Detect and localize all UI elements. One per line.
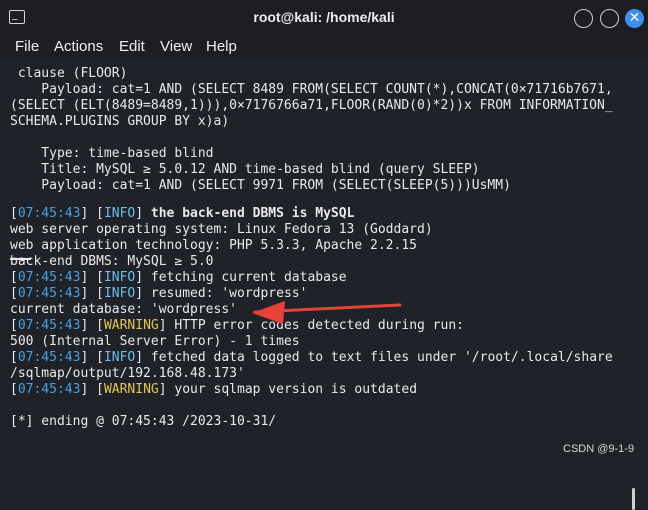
log-level: INFO bbox=[103, 350, 136, 365]
log-line: [07:45:43] [WARNING] your sqlmap version… bbox=[10, 382, 418, 397]
log-line: [*] ending @ 07:45:43 /2023-10-31/ bbox=[10, 414, 277, 429]
terminal-line: Payload: cat=1 AND (SELECT 8489 FROM(SEL… bbox=[10, 82, 613, 97]
log-line: back-end DBMS: MySQL ≥ 5.0 bbox=[10, 254, 214, 269]
menu-file[interactable]: File bbox=[15, 38, 39, 55]
window-title: root@kali: /home/kali bbox=[253, 9, 395, 25]
terminal-line: clause (FLOOR) bbox=[10, 66, 128, 81]
terminal-line: Type: time-based blind bbox=[10, 146, 214, 161]
menu-edit[interactable]: Edit bbox=[119, 38, 145, 55]
terminal-output[interactable]: clause (FLOOR) Payload: cat=1 AND (SELEC… bbox=[0, 58, 648, 510]
separator-line bbox=[10, 258, 31, 260]
log-level: INFO bbox=[103, 286, 136, 301]
menu-help[interactable]: Help bbox=[206, 38, 237, 55]
log-message: the back-end DBMS is MySQL bbox=[143, 206, 355, 221]
log-message: fetching current database bbox=[143, 270, 347, 285]
log-message: your sqlmap version is outdated bbox=[166, 382, 418, 397]
log-message: HTTP error codes detected during run: bbox=[166, 318, 464, 333]
log-line: current database: 'wordpress' bbox=[10, 302, 237, 317]
log-line: web application technology: PHP 5.3.3, A… bbox=[10, 238, 417, 253]
terminal-line: Title: MySQL ≥ 5.0.12 AND time-based bli… bbox=[10, 162, 480, 177]
log-timestamp: 07:45:43 bbox=[17, 270, 81, 285]
log-timestamp: 07:45:43 bbox=[17, 286, 81, 301]
terminal-line: Payload: cat=1 AND (SELECT 9971 FROM (SE… bbox=[10, 178, 511, 193]
close-button[interactable]: ✕ bbox=[625, 9, 644, 28]
log-line: [07:45:43] [INFO] resumed: 'wordpress' bbox=[10, 286, 308, 301]
log-level: INFO bbox=[103, 206, 136, 221]
log-timestamp: 07:45:43 bbox=[17, 206, 81, 221]
log-line: /sqlmap/output/192.168.48.173' bbox=[10, 366, 245, 381]
log-line: 500 (Internal Server Error) - 1 times bbox=[10, 334, 300, 349]
log-level: WARNING bbox=[103, 318, 159, 333]
maximize-button[interactable] bbox=[600, 9, 619, 28]
log-line: web server operating system: Linux Fedor… bbox=[10, 222, 433, 237]
log-level: WARNING bbox=[103, 382, 159, 397]
log-message: resumed: 'wordpress' bbox=[143, 286, 308, 301]
log-line: [07:45:43] [INFO] the back-end DBMS is M… bbox=[10, 206, 355, 221]
log-message: fetched data logged to text files under … bbox=[143, 350, 613, 365]
log-timestamp: 07:45:43 bbox=[17, 382, 81, 397]
terminal-line: (SELECT (ELT(8489=8489,1))),0×7176766a71… bbox=[10, 98, 613, 113]
minimize-button[interactable] bbox=[574, 9, 593, 28]
menu-view[interactable]: View bbox=[160, 38, 192, 55]
csdn-watermark: CSDN @9-1-9 bbox=[563, 443, 635, 455]
menu-bar: File Actions Edit View Help bbox=[0, 36, 648, 58]
log-line: [07:45:43] [WARNING] HTTP error codes de… bbox=[10, 318, 464, 333]
terminal-line: SCHEMA.PLUGINS GROUP BY x)a) bbox=[10, 114, 230, 129]
title-bar: _ root@kali: /home/kali ✕ bbox=[0, 0, 648, 37]
menu-actions[interactable]: Actions bbox=[54, 38, 103, 55]
log-timestamp: 07:45:43 bbox=[17, 350, 81, 365]
log-level: INFO bbox=[103, 270, 136, 285]
log-line: [07:45:43] [INFO] fetching current datab… bbox=[10, 270, 347, 285]
log-line: [07:45:43] [INFO] fetched data logged to… bbox=[10, 350, 613, 365]
scrollbar-thumb[interactable] bbox=[632, 488, 635, 510]
log-timestamp: 07:45:43 bbox=[17, 318, 81, 333]
